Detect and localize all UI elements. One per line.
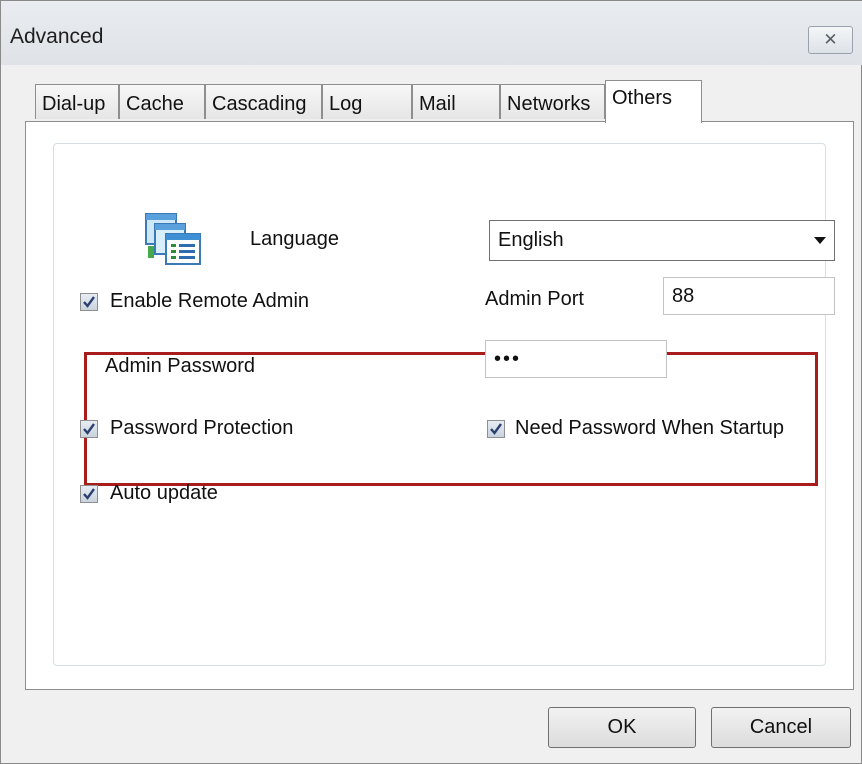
advanced-dialog: Advanced ✕ Dial-up Cache Cascading Log M… xyxy=(0,0,862,764)
admin-port-value: 88 xyxy=(672,285,695,307)
language-label: Language xyxy=(250,228,339,250)
need-password-startup-label[interactable]: Need Password When Startup xyxy=(515,417,784,440)
enable-remote-admin-label[interactable]: Enable Remote Admin xyxy=(110,290,309,313)
tab-cascading[interactable]: Cascading xyxy=(205,84,322,119)
check-mark-icon xyxy=(490,423,502,435)
tab-log[interactable]: Log xyxy=(322,84,412,119)
language-value: English xyxy=(498,229,564,251)
cancel-button[interactable]: Cancel xyxy=(711,707,851,748)
auto-update-checkbox[interactable] xyxy=(80,485,98,503)
auto-update-label[interactable]: Auto update xyxy=(110,482,218,505)
password-protection-label[interactable]: Password Protection xyxy=(110,417,293,440)
tab-others[interactable]: Others xyxy=(605,80,702,123)
admin-port-label: Admin Port xyxy=(485,288,584,310)
ok-button[interactable]: OK xyxy=(548,707,696,748)
window-title: Advanced xyxy=(10,25,104,48)
title-bar[interactable]: Advanced ✕ xyxy=(1,1,862,65)
tab-dial-up[interactable]: Dial-up xyxy=(35,84,119,119)
admin-password-field[interactable]: ••• xyxy=(485,340,667,378)
tab-networks[interactable]: Networks xyxy=(500,84,605,119)
settings-group: Language English Enable Remote Admin Adm… xyxy=(53,143,835,666)
others-tab-panel: Language English Enable Remote Admin Adm… xyxy=(25,121,854,690)
need-password-startup-checkbox[interactable] xyxy=(487,420,505,438)
check-mark-icon xyxy=(83,296,95,308)
language-dropdown[interactable]: English xyxy=(489,220,835,261)
admin-password-value: ••• xyxy=(494,348,522,370)
admin-port-field[interactable]: 88 xyxy=(663,277,835,315)
enable-remote-admin-checkbox[interactable] xyxy=(80,293,98,311)
admin-password-label: Admin Password xyxy=(105,355,256,377)
tab-cache[interactable]: Cache xyxy=(119,84,205,119)
close-icon: ✕ xyxy=(823,30,838,49)
chevron-down-icon[interactable] xyxy=(814,237,826,244)
check-mark-icon xyxy=(83,423,95,435)
close-button[interactable]: ✕ xyxy=(808,26,853,54)
language-icon xyxy=(145,213,201,265)
password-protection-checkbox[interactable] xyxy=(80,420,98,438)
check-mark-icon xyxy=(83,488,95,500)
tab-mail[interactable]: Mail xyxy=(412,84,500,119)
